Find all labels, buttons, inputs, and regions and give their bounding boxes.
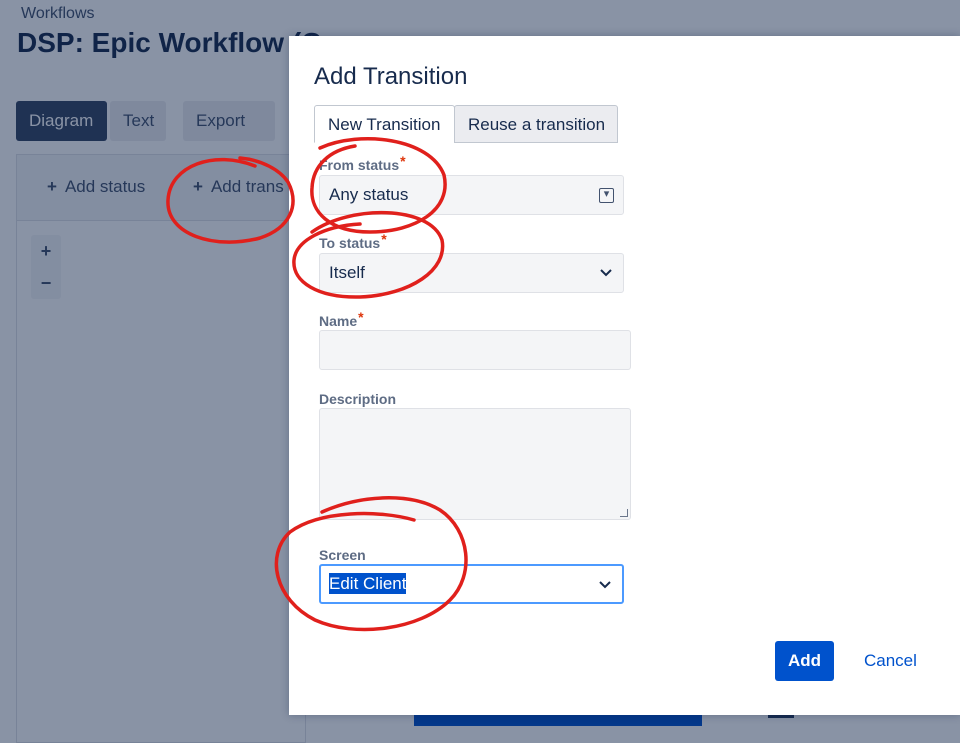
from-status-select[interactable]: Any status ▾ — [319, 175, 624, 215]
screen-selected-value: Edit Client — [329, 573, 407, 594]
required-marker: * — [400, 153, 406, 169]
screen-select[interactable]: Edit Client — [319, 564, 624, 604]
cancel-button[interactable]: Cancel — [864, 651, 917, 671]
tab-new-transition[interactable]: New Transition — [314, 105, 455, 143]
add-transition-dialog: Add Transition New Transition Reuse a tr… — [289, 36, 960, 715]
description-textarea[interactable] — [319, 408, 631, 520]
chevron-down-icon: ▾ — [599, 188, 614, 203]
name-label: Name* — [319, 309, 364, 329]
dialog-tabs: New Transition Reuse a transition — [314, 105, 934, 143]
dialog-title: Add Transition — [314, 63, 468, 90]
from-status-label: From status* — [319, 153, 406, 173]
to-status-label: To status* — [319, 231, 387, 251]
tab-reuse-transition[interactable]: Reuse a transition — [454, 105, 618, 143]
chevron-down-icon — [599, 581, 611, 589]
name-input[interactable] — [319, 330, 631, 370]
to-status-select[interactable]: Itself — [319, 253, 624, 293]
resize-handle-icon[interactable] — [620, 509, 628, 517]
required-marker: * — [381, 231, 387, 247]
screen-label: Screen — [319, 547, 366, 563]
required-marker: * — [358, 309, 364, 325]
chevron-down-icon — [600, 269, 612, 277]
add-button[interactable]: Add — [775, 641, 834, 681]
description-label: Description — [319, 391, 397, 407]
